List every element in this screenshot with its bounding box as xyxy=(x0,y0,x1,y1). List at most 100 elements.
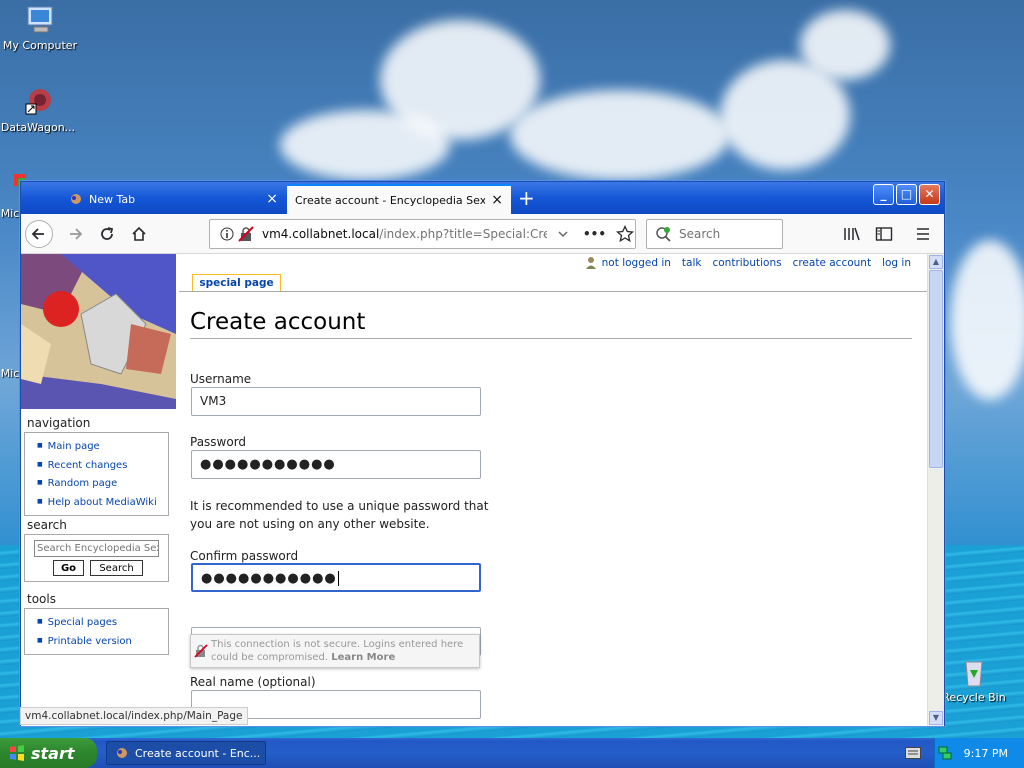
personal-log-in-link[interactable]: log in xyxy=(882,254,911,272)
scroll-down-icon[interactable]: ▼ xyxy=(929,711,943,725)
search-icon xyxy=(656,227,671,242)
tab-label: New Tab xyxy=(89,192,136,206)
desktop-icon-label: Mic xyxy=(0,207,20,220)
start-button[interactable]: start xyxy=(0,738,97,768)
taskbar-item-browser[interactable]: Create account - Enc... xyxy=(106,741,266,765)
confirm-password-value: ●●●●●●●●●●● xyxy=(201,571,337,586)
user-icon xyxy=(585,257,596,269)
url-text: vm4.collabnet.local/index.php?title=Spec… xyxy=(262,227,547,241)
confirm-password-label: Confirm password xyxy=(190,549,299,563)
taskbar: start Create account - Enc... 9:17 PM xyxy=(0,738,1024,768)
nav-link-recent-changes[interactable]: Recent changes xyxy=(37,456,168,475)
nav-toolbar: vm4.collabnet.local/index.php?title=Spec… xyxy=(21,214,944,254)
special-page-tab[interactable]: special page xyxy=(192,274,281,292)
nav-link-help[interactable]: Help about MediaWiki xyxy=(37,493,168,512)
back-arrow-icon xyxy=(31,228,44,240)
tools-link-printable[interactable]: Printable version xyxy=(37,632,168,651)
personal-links: not logged in talk contributions create … xyxy=(585,254,911,272)
insecure-lock-icon xyxy=(194,644,208,658)
learn-more-link[interactable]: Learn More xyxy=(331,652,395,663)
cloud xyxy=(950,240,1024,400)
back-button[interactable] xyxy=(25,220,53,248)
page-actions-icon[interactable]: ••• xyxy=(583,227,606,241)
scroll-thumb[interactable] xyxy=(929,270,943,468)
new-tab-button[interactable]: + xyxy=(518,186,535,210)
search-bar[interactable]: Search xyxy=(646,219,783,249)
close-button[interactable]: ✕ xyxy=(919,184,940,205)
navigation-heading: navigation xyxy=(27,416,91,430)
personal-contributions-link[interactable]: contributions xyxy=(712,254,781,272)
favicon-icon xyxy=(71,194,81,204)
tools-portlet: Special pages Printable version xyxy=(24,608,169,655)
bookmark-star-icon[interactable] xyxy=(616,225,635,243)
desktop-icon-recycle-bin[interactable]: Recycle Bin xyxy=(934,656,1014,704)
personal-create-account-link[interactable]: create account xyxy=(793,254,872,272)
cloud xyxy=(510,90,730,180)
personal-talk-link[interactable]: talk xyxy=(682,254,702,272)
search-heading: search xyxy=(27,518,67,532)
desktop-icon-my-computer[interactable]: My Computer xyxy=(0,4,80,52)
clock[interactable]: 9:17 PM xyxy=(964,747,1008,760)
home-icon xyxy=(132,226,146,241)
page-title: Create account xyxy=(190,309,366,335)
library-button[interactable] xyxy=(838,220,866,248)
cloud xyxy=(800,10,890,80)
insecure-login-warning: This connection is not secure. Logins en… xyxy=(190,634,480,668)
tab-create-account[interactable]: Create account - Encyclopedia Sexatio × xyxy=(287,184,511,214)
title-divider xyxy=(190,338,912,339)
navigation-portlet: Main page Recent changes Random page Hel… xyxy=(24,432,169,516)
desktop-icon-datawagon[interactable]: DataWagon... xyxy=(0,86,78,134)
nav-link-main-page[interactable]: Main page xyxy=(37,437,168,456)
tab-new-tab[interactable]: New Tab × xyxy=(61,184,286,214)
tab-close-icon[interactable]: × xyxy=(491,192,503,208)
desktop-icon-label: Recycle Bin xyxy=(942,691,1006,704)
username-input[interactable]: VM3 xyxy=(191,387,481,416)
sidebar-button[interactable] xyxy=(870,220,898,248)
menu-button[interactable] xyxy=(909,220,937,248)
password-note: It is recommended to use a unique passwo… xyxy=(190,499,489,531)
desktop-icon-label: DataWagon... xyxy=(0,121,76,134)
search-placeholder: Search xyxy=(679,227,721,241)
username-label: Username xyxy=(190,372,252,386)
minimize-button[interactable]: _ xyxy=(873,184,894,205)
reload-icon xyxy=(101,227,114,240)
go-button[interactable]: Go xyxy=(53,560,84,576)
reload-button[interactable] xyxy=(93,220,121,248)
chevron-down-icon[interactable] xyxy=(557,228,569,240)
nav-link-random-page[interactable]: Random page xyxy=(37,474,168,493)
confirm-password-input[interactable]: ●●●●●●●●●●● xyxy=(191,563,481,592)
taskbar-item-label: Create account - Enc... xyxy=(135,746,261,760)
browser-window: New Tab × Create account - Encyclopedia … xyxy=(20,181,945,726)
scroll-up-icon[interactable]: ▲ xyxy=(929,255,943,269)
search-portlet: Go Search xyxy=(24,534,169,582)
title-bar: New Tab × Create account - Encyclopedia … xyxy=(21,182,944,214)
status-bar-url: vm4.collabnet.local/index.php/Main_Page xyxy=(20,707,248,725)
home-button[interactable] xyxy=(125,220,153,248)
cloud xyxy=(280,110,450,180)
page-content: navigation Main page Recent changes Rand… xyxy=(21,254,927,726)
hamburger-menu-icon xyxy=(917,228,929,240)
start-label: start xyxy=(31,743,75,763)
maximize-button[interactable]: □ xyxy=(896,184,917,205)
forward-arrow-icon xyxy=(70,228,83,240)
tab-close-icon[interactable]: × xyxy=(266,191,278,207)
recycle-bin-icon xyxy=(965,661,983,687)
search-button[interactable]: Search xyxy=(90,560,143,576)
computer-icon xyxy=(27,6,53,33)
keyboard-icon[interactable] xyxy=(905,747,921,759)
vertical-scrollbar[interactable]: ▲ ▼ xyxy=(927,254,944,726)
article-body: Create account Username VM3 Password ●●●… xyxy=(179,291,927,726)
password-input[interactable]: ●●●●●●●●●●● xyxy=(191,450,481,479)
forward-button[interactable] xyxy=(61,220,89,248)
system-tray: 9:17 PM xyxy=(934,738,1024,768)
datawagon-icon xyxy=(25,89,51,115)
wiki-logo[interactable] xyxy=(21,254,176,409)
network-icon[interactable] xyxy=(938,746,952,760)
personal-not-logged-in: not logged in xyxy=(601,257,671,269)
info-icon xyxy=(220,227,234,241)
tools-link-special-pages[interactable]: Special pages xyxy=(37,613,168,632)
wiki-search-input[interactable] xyxy=(34,540,159,557)
tools-heading: tools xyxy=(27,592,56,606)
url-bar[interactable]: vm4.collabnet.local/index.php?title=Spec… xyxy=(209,219,636,249)
desktop-icon-label: Mic xyxy=(0,367,20,380)
